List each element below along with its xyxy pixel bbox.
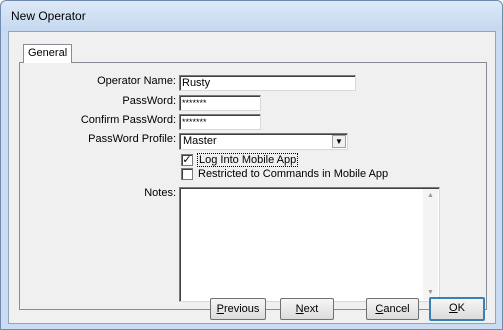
title-bar[interactable]: New Operator — [1, 1, 502, 31]
confirm-password-value: ******* — [182, 117, 207, 127]
operator-name-value: Rusty — [182, 77, 211, 89]
previous-mnemonic: P — [216, 303, 224, 315]
next-label: ext — [303, 303, 319, 315]
ok-mnemonic: O — [449, 302, 458, 314]
next-button[interactable]: Next — [280, 298, 334, 320]
ok-button[interactable]: OK — [429, 297, 485, 321]
password-input[interactable]: ******* — [179, 95, 261, 111]
password-label: PassWord: — [122, 95, 176, 107]
password-profile-value: Master — [183, 135, 217, 147]
confirm-password-input[interactable]: ******* — [179, 114, 261, 130]
checkmark-icon: ✓ — [182, 154, 192, 166]
password-profile-label: PassWord Profile: — [88, 133, 176, 145]
operator-name-input[interactable]: Rusty — [179, 75, 356, 91]
ok-label: K — [457, 302, 465, 314]
tab-general[interactable]: General — [23, 44, 72, 63]
chevron-down-icon[interactable]: ▼ — [332, 135, 346, 148]
confirm-password-label: Confirm PassWord: — [80, 114, 176, 126]
restricted-commands-checkbox[interactable] — [181, 168, 193, 180]
cancel-label: ancel — [383, 303, 410, 315]
log-into-mobile-checkbox[interactable]: ✓ — [181, 154, 193, 166]
new-operator-dialog: New Operator General Operator Name: Rust… — [0, 0, 503, 330]
cancel-button[interactable]: Cancel — [366, 298, 419, 320]
notes-scrollbar[interactable]: ▲ ▼ — [423, 189, 438, 300]
password-profile-select[interactable]: Master ▼ — [179, 133, 348, 150]
notes-textarea[interactable]: ▲ ▼ — [179, 187, 440, 302]
log-into-mobile-label-wrap[interactable]: Log Into Mobile App — [197, 153, 299, 167]
notes-label: Notes: — [144, 187, 176, 199]
tab-general-label: General — [28, 47, 68, 59]
previous-label: revious — [223, 303, 260, 315]
scroll-up-icon[interactable]: ▲ — [423, 189, 438, 203]
previous-button[interactable]: Previous — [210, 298, 266, 320]
restricted-commands-label[interactable]: Restricted to Commands in Mobile App — [198, 168, 388, 181]
window-title: New Operator — [11, 9, 86, 23]
dialog-client-area: General Operator Name: Rusty PassWord: *… — [8, 31, 496, 324]
operator-name-label: Operator Name: — [97, 75, 176, 87]
password-value: ******* — [182, 98, 207, 108]
general-tab-panel: Operator Name: Rusty PassWord: ******* C… — [19, 62, 487, 310]
log-into-mobile-label: Log Into Mobile App — [197, 153, 299, 167]
next-mnemonic: N — [295, 303, 304, 315]
